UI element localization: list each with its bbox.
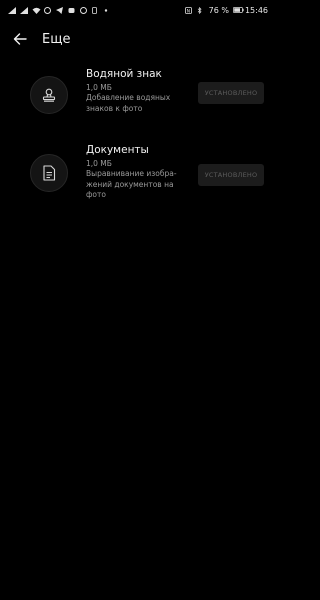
app-bar: Еще (0, 22, 276, 56)
item-size: 1,0 МБ (86, 159, 112, 168)
telegram-icon (56, 6, 64, 14)
page-title: Еще (42, 31, 71, 47)
phone-icon (92, 6, 100, 14)
clock: 15:46 (244, 5, 268, 15)
signal-icon (8, 6, 16, 14)
status-left (8, 6, 112, 14)
item-text: Документы 1,0 МБ Выравнивание изобра-жен… (86, 144, 192, 201)
item-text: Водяной знак 1,0 МБ Добавление водяных з… (86, 68, 192, 114)
item-title: Документы (86, 144, 149, 156)
signal-icon (20, 6, 28, 14)
installed-button[interactable]: УСТАНОВЛЕНО (198, 164, 264, 186)
vk-icon (68, 7, 76, 14)
status-right: N 76 % 15:46 (184, 5, 268, 15)
status-bar: N 76 % 15:46 (0, 0, 276, 20)
item-description: Выравнивание изобра-жений документов на … (86, 169, 177, 199)
arrow-left-icon (13, 30, 27, 49)
document-icon (30, 154, 68, 192)
battery-icon (232, 6, 244, 14)
list-item-documents[interactable]: Документы 1,0 МБ Выравнивание изобра-жен… (0, 142, 276, 212)
battery-percent: 76 % (208, 5, 229, 15)
wifi-icon (32, 7, 41, 14)
item-title: Водяной знак (86, 68, 162, 80)
installed-button[interactable]: УСТАНОВЛЕНО (198, 82, 264, 104)
item-size: 1,0 МБ (86, 83, 112, 92)
bluetooth-icon (197, 6, 205, 14)
svg-text:N: N (186, 8, 189, 14)
list-item-watermark[interactable]: Водяной знак 1,0 МБ Добавление водяных з… (0, 66, 276, 126)
sync-icon (44, 6, 52, 14)
sync-icon (80, 6, 88, 14)
item-description: Добавление водяных знаков к фото (86, 93, 171, 113)
stamp-icon (30, 76, 68, 114)
dot-icon (104, 7, 112, 14)
nfc-icon: N (184, 6, 193, 14)
back-button[interactable] (0, 22, 40, 56)
